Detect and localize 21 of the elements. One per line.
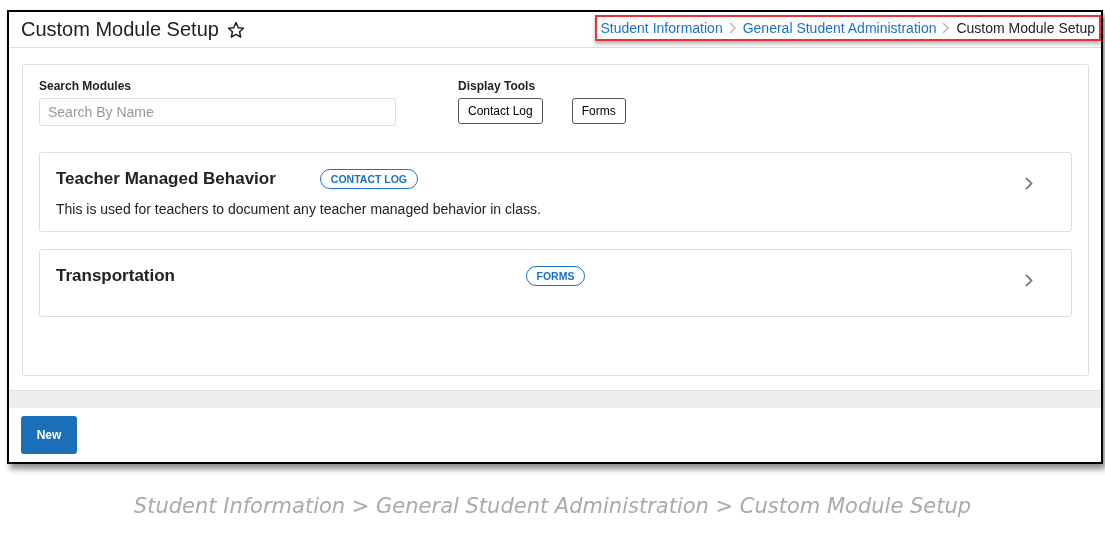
new-button[interactable]: New: [21, 416, 77, 454]
caption: Student Information > General Student Administration > Custom Module Setup: [132, 494, 973, 518]
chevron-right-icon[interactable]: [1025, 177, 1033, 191]
tool-button[interactable]: Forms: [571, 98, 626, 125]
section-label: Display Tools: [458, 79, 537, 94]
module-card[interactable]: Teacher Managed Behavior CONTACT LOG This is used for teachers to document any teacher managed behavior in class.: [39, 152, 1072, 233]
chevron-icon: [728, 21, 737, 34]
chevron-icon: [942, 21, 951, 34]
breadcrumb-link[interactable]: Student Information: [600, 19, 723, 36]
module-name: Teacher Managed Behavior: [56, 169, 276, 190]
breadcrumb-current: Custom Module Setup: [956, 19, 1095, 36]
module-name: Transportation: [56, 266, 176, 287]
page-title: Custom Module Setup: [21, 18, 219, 42]
module-card[interactable]: Transportation FORMS: [39, 249, 1072, 318]
breadcrumb-link[interactable]: General Student Administration: [742, 19, 937, 36]
module-description: This is used for teachers to document any teacher managed behavior in class.: [56, 201, 542, 218]
field-label: Search Modules: [39, 79, 133, 94]
chevron-right-icon[interactable]: [1025, 274, 1033, 288]
tool-button[interactable]: Contact Log: [458, 98, 543, 125]
star-icon[interactable]: [226, 20, 245, 39]
search-field[interactable]: Search By Name: [39, 98, 396, 127]
